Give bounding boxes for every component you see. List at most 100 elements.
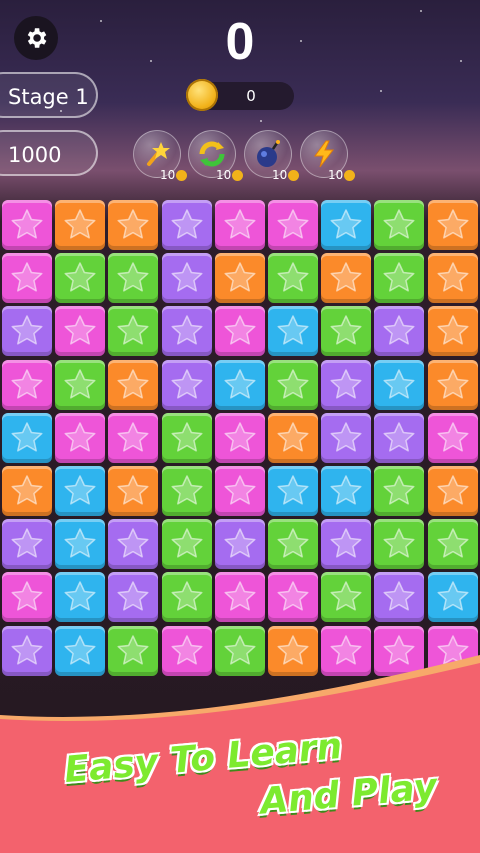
tile-purple[interactable] bbox=[161, 359, 212, 410]
tile-purple[interactable] bbox=[214, 519, 265, 570]
tile-purple[interactable] bbox=[321, 519, 372, 570]
tile-pink[interactable] bbox=[214, 200, 265, 250]
tile-green[interactable] bbox=[268, 253, 318, 304]
tile-purple[interactable] bbox=[321, 412, 372, 463]
star-icon bbox=[437, 262, 469, 292]
tile-orange[interactable] bbox=[2, 466, 52, 516]
tile-purple[interactable] bbox=[108, 572, 159, 623]
tile-green[interactable] bbox=[161, 412, 212, 463]
tile-blue[interactable] bbox=[55, 519, 106, 570]
tile-purple[interactable] bbox=[374, 572, 425, 623]
powerup-price: 10 bbox=[216, 168, 244, 182]
tile-orange[interactable] bbox=[108, 359, 159, 410]
tile-pink[interactable] bbox=[2, 359, 52, 410]
tile-orange[interactable] bbox=[108, 466, 159, 516]
tile-green[interactable] bbox=[268, 359, 318, 410]
tile-pink[interactable] bbox=[214, 572, 265, 623]
tile-green[interactable] bbox=[374, 253, 425, 304]
tile-purple[interactable] bbox=[2, 519, 52, 570]
bomb-icon bbox=[257, 140, 280, 167]
star-icon bbox=[171, 209, 203, 239]
star-icon bbox=[277, 475, 309, 505]
star-icon bbox=[224, 368, 256, 399]
tile-orange[interactable] bbox=[427, 466, 478, 516]
tile-green[interactable] bbox=[321, 572, 372, 623]
tile-blue[interactable] bbox=[214, 359, 265, 410]
star-icon bbox=[437, 581, 469, 611]
star-icon bbox=[330, 422, 362, 452]
tile-green[interactable] bbox=[108, 253, 159, 304]
tile-pink[interactable] bbox=[427, 412, 478, 463]
tile-purple[interactable] bbox=[108, 519, 159, 570]
tile-orange[interactable] bbox=[427, 253, 478, 304]
coin-icon bbox=[288, 169, 300, 181]
tile-blue[interactable] bbox=[374, 359, 425, 410]
tile-orange[interactable] bbox=[214, 253, 265, 304]
tile-pink[interactable] bbox=[2, 572, 52, 623]
score-display: 0 bbox=[225, 13, 255, 71]
tile-orange[interactable] bbox=[55, 200, 106, 250]
tile-blue[interactable] bbox=[268, 466, 318, 516]
star-icon bbox=[64, 368, 96, 399]
tile-purple[interactable] bbox=[2, 306, 52, 357]
tile-green[interactable] bbox=[161, 519, 212, 570]
color-swap-icon bbox=[199, 141, 225, 167]
tile-purple[interactable] bbox=[321, 359, 372, 410]
tile-blue[interactable] bbox=[321, 466, 372, 516]
star-icon bbox=[437, 528, 469, 558]
tile-purple[interactable] bbox=[374, 306, 425, 357]
star-icon bbox=[277, 368, 309, 399]
tile-purple[interactable] bbox=[374, 412, 425, 463]
tile-pink[interactable] bbox=[55, 412, 106, 463]
tile-blue[interactable] bbox=[321, 200, 372, 250]
tile-green[interactable] bbox=[374, 200, 425, 250]
tile-blue[interactable] bbox=[2, 412, 52, 463]
tile-pink[interactable] bbox=[214, 306, 265, 357]
tile-orange[interactable] bbox=[268, 412, 318, 463]
star-icon bbox=[383, 528, 415, 558]
tile-purple[interactable] bbox=[161, 200, 212, 250]
tile-blue[interactable] bbox=[55, 572, 106, 623]
tile-blue[interactable] bbox=[268, 306, 318, 357]
tile-blue[interactable] bbox=[55, 466, 106, 516]
tile-green[interactable] bbox=[108, 306, 159, 357]
star-icon bbox=[437, 368, 469, 399]
tile-blue[interactable] bbox=[427, 572, 478, 623]
tile-orange[interactable] bbox=[321, 253, 372, 304]
tile-green[interactable] bbox=[427, 519, 478, 570]
tile-green[interactable] bbox=[268, 519, 318, 570]
tile-pink[interactable] bbox=[55, 306, 106, 357]
tile-pink[interactable] bbox=[2, 253, 52, 304]
star-icon bbox=[437, 209, 469, 239]
tile-orange[interactable] bbox=[427, 306, 478, 357]
star-icon bbox=[117, 368, 149, 399]
tile-purple[interactable] bbox=[161, 306, 212, 357]
star-icon bbox=[64, 528, 96, 558]
star-icon bbox=[437, 475, 469, 505]
tile-green[interactable] bbox=[161, 466, 212, 516]
tile-purple[interactable] bbox=[161, 253, 212, 304]
tile-green[interactable] bbox=[55, 359, 106, 410]
tile-pink[interactable] bbox=[268, 200, 318, 250]
tile-pink[interactable] bbox=[108, 412, 159, 463]
tile-orange[interactable] bbox=[427, 200, 478, 250]
star-icon bbox=[383, 315, 415, 345]
tile-pink[interactable] bbox=[268, 572, 318, 623]
star-icon bbox=[437, 315, 469, 345]
tile-green[interactable] bbox=[321, 306, 372, 357]
tile-green[interactable] bbox=[374, 519, 425, 570]
star-icon bbox=[11, 528, 43, 558]
powerup-price: 10 bbox=[272, 168, 300, 182]
tile-pink[interactable] bbox=[214, 466, 265, 516]
star-icon bbox=[277, 581, 309, 611]
tile-green[interactable] bbox=[374, 466, 425, 516]
tile-pink[interactable] bbox=[2, 200, 52, 250]
tile-pink[interactable] bbox=[214, 412, 265, 463]
tile-orange[interactable] bbox=[108, 200, 159, 250]
coin-icon bbox=[232, 169, 244, 181]
tile-orange[interactable] bbox=[427, 359, 478, 410]
tile-green[interactable] bbox=[161, 572, 212, 623]
star-icon bbox=[117, 315, 149, 345]
star-icon bbox=[383, 581, 415, 611]
tile-green[interactable] bbox=[55, 253, 106, 304]
